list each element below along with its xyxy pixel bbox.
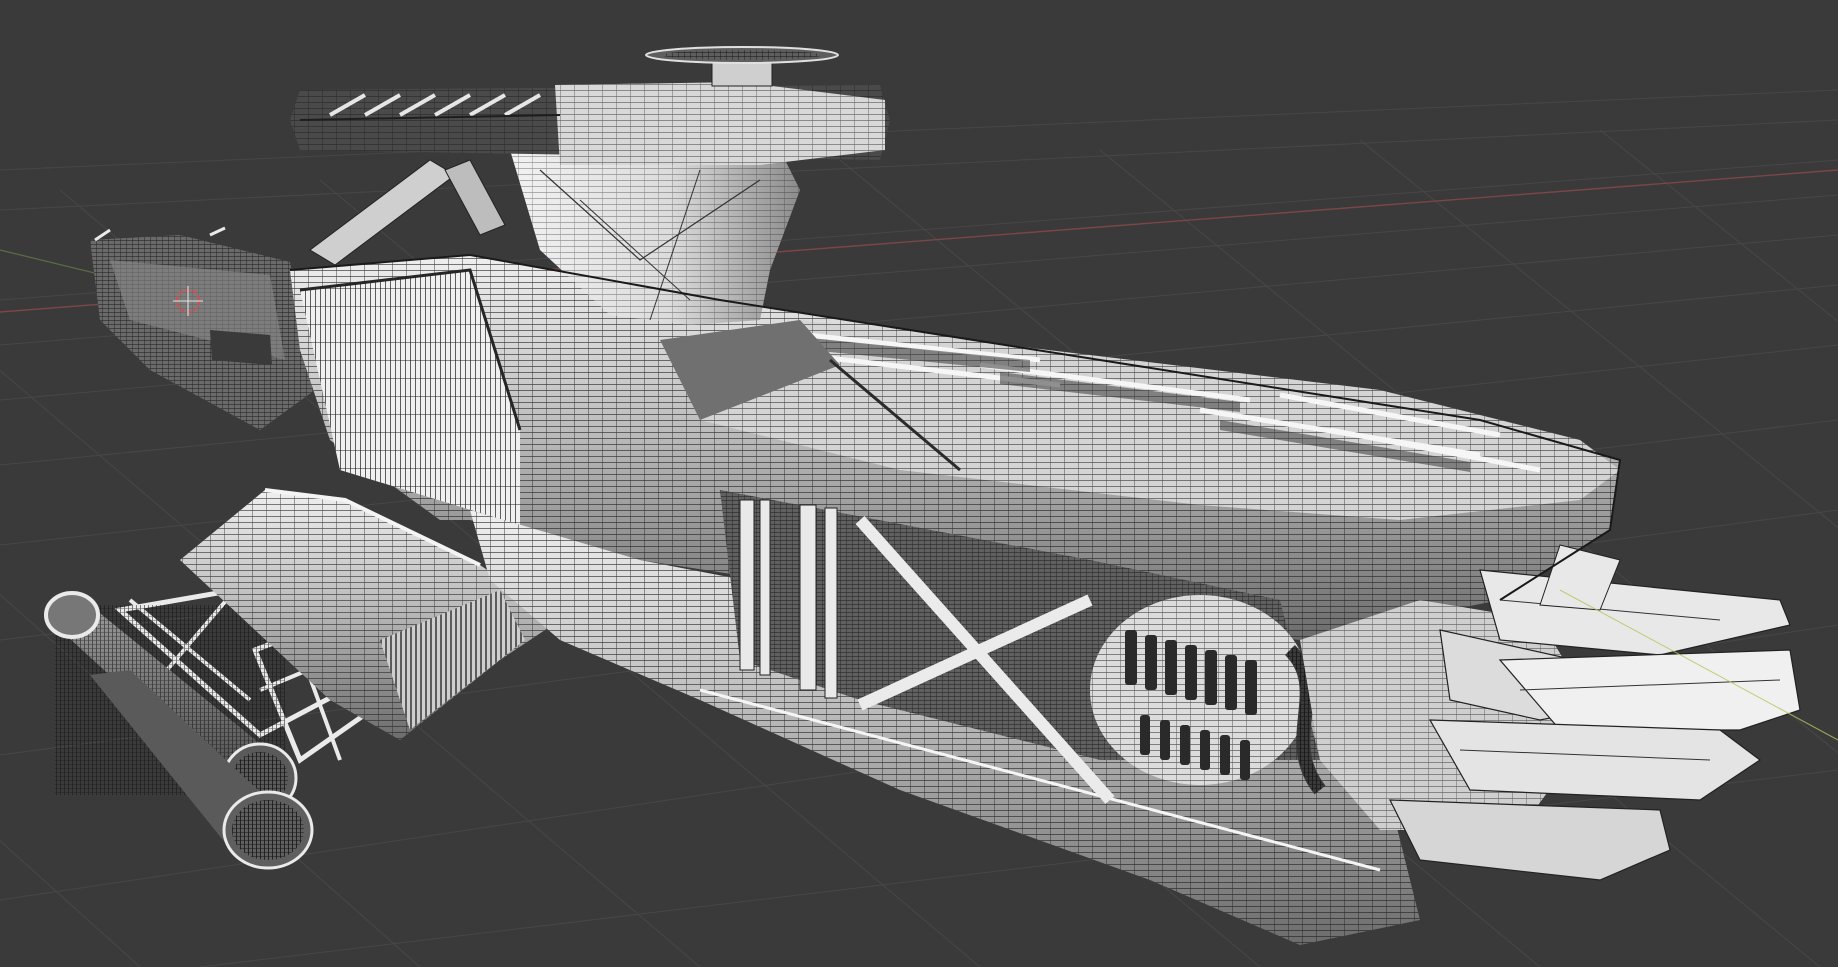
thruster-nozzle[interactable] bbox=[1389, 799, 1671, 881]
antenna-dish[interactable] bbox=[645, 46, 839, 87]
nose-section[interactable] bbox=[90, 226, 315, 430]
tower-struts bbox=[309, 159, 506, 266]
3d-viewport[interactable] bbox=[0, 0, 1838, 967]
viewport-canvas[interactable] bbox=[0, 0, 1838, 967]
thruster-nozzle[interactable] bbox=[1428, 719, 1762, 801]
